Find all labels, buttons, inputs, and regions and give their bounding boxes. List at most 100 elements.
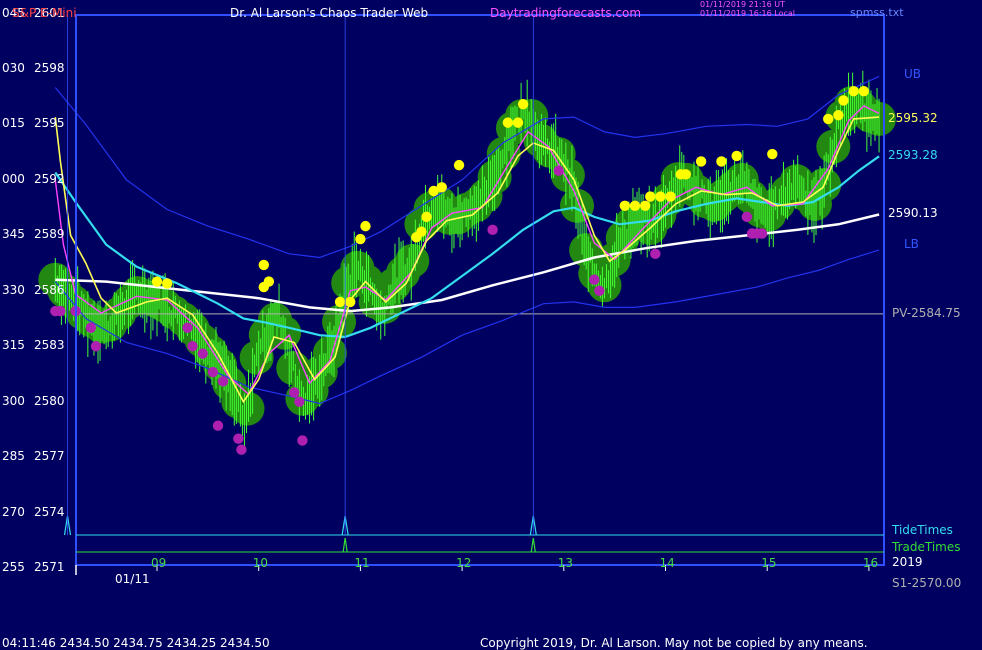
magenta-dot	[212, 420, 224, 431]
y-tick-label-deg: 285	[2, 449, 25, 464]
magenta-dot	[217, 376, 229, 387]
last-quote: 04:11:46 2434.50 2434.75 2434.25 2434.50	[2, 636, 270, 650]
y-tick-label-price: 2598	[34, 61, 65, 76]
x-tick-label: 13	[557, 556, 574, 570]
trade-spike	[342, 537, 348, 553]
chart-source: Dr. Al Larson's Chaos Trader Web	[230, 6, 429, 20]
magenta-dot	[487, 224, 498, 236]
copyright: Copyright 2019, Dr. Al Larson. May not b…	[480, 636, 868, 650]
yellow-dot	[680, 169, 692, 180]
magenta-dot	[85, 322, 97, 333]
magenta-dot	[55, 305, 66, 317]
magenta-dot	[294, 396, 305, 407]
halo-blob	[395, 243, 430, 278]
yellow-dot	[502, 117, 514, 128]
right-value-label: 2595.32	[888, 110, 938, 125]
yellow-dot	[161, 278, 173, 289]
magenta-dot	[756, 228, 768, 239]
y-tick-label-deg: 315	[2, 338, 25, 353]
y-tick-label-price: 2577	[34, 449, 65, 464]
timestamp-ut: 01/11/2019 21:16 UT	[700, 0, 785, 9]
yellow-dot	[258, 259, 269, 271]
yellow-dot	[263, 276, 275, 287]
magenta-dot	[289, 387, 300, 398]
magenta-dot	[187, 341, 198, 352]
yellow-dot	[421, 211, 432, 223]
series-fast-ma	[54, 116, 880, 404]
y-tick-label-deg: 300	[2, 393, 25, 408]
right-value-label: 2590.13	[888, 206, 938, 221]
yellow-dot	[334, 296, 346, 308]
magenta-dot	[207, 366, 219, 378]
yellow-dot	[665, 191, 676, 202]
yellow-dot	[639, 200, 651, 211]
yellow-dot	[838, 95, 849, 106]
y-tick-label-deg: 015	[2, 116, 25, 131]
yellow-dot	[512, 117, 524, 128]
yellow-dot	[151, 276, 163, 287]
yellow-dot	[833, 110, 844, 121]
yellow-dot	[716, 156, 727, 167]
yellow-dot	[619, 200, 631, 211]
magenta-dot	[233, 433, 244, 444]
y-tick-label-deg: 270	[2, 504, 25, 519]
yellow-dot	[655, 191, 666, 202]
magenta-dot	[236, 444, 247, 455]
date-label: 01/11	[115, 572, 150, 586]
right-value-label: UB	[904, 66, 922, 81]
magenta-dot	[650, 248, 661, 260]
yellow-dot	[629, 200, 641, 211]
x-tick-label: 12	[456, 556, 472, 570]
magenta-dot	[589, 274, 600, 285]
x-tick-label: 10	[252, 556, 268, 570]
site-link[interactable]: Daytradingforecasts.com	[490, 6, 641, 20]
timestamp-local: 01/11/2019 16:16 Local	[700, 9, 795, 18]
yellow-dot	[360, 220, 371, 232]
dots-layer	[50, 86, 870, 455]
right-value-label: LB	[904, 236, 919, 251]
magenta-dot	[182, 322, 193, 333]
chaos-chart	[38, 14, 897, 575]
x-tick-label: 11	[354, 556, 370, 570]
y-tick-label-price: 2583	[34, 338, 65, 353]
y-tick-label-price: 2586	[34, 282, 65, 297]
magenta-dot	[741, 211, 753, 223]
price-bars-layer	[54, 70, 880, 449]
lines-layer	[54, 75, 884, 405]
series-pink-ma	[54, 105, 880, 396]
yellow-dot	[416, 226, 427, 237]
y-tick-label-price: 2571	[34, 560, 65, 574]
y-tick-label-deg: 345	[2, 227, 25, 242]
magenta-dot	[594, 285, 605, 296]
halo-layer	[38, 86, 897, 426]
y-tick-label-deg: 255	[2, 560, 25, 574]
plot-frame	[63, 14, 885, 575]
yellow-dot	[345, 296, 356, 308]
magenta-dot	[197, 348, 208, 359]
trade-times-label: TradeTimes	[892, 540, 961, 554]
yellow-dot	[731, 150, 742, 162]
y-tick-label-deg: 330	[2, 282, 25, 297]
trade-spike	[530, 537, 536, 553]
yellow-dot	[645, 191, 656, 202]
y-tick-label-price: 2595	[34, 116, 65, 131]
chart-title: S&P E-Mini	[12, 6, 77, 20]
y-tick-label-deg: 000	[2, 171, 25, 186]
yellow-dot	[858, 86, 870, 97]
y-tick-label-price: 2580	[34, 393, 65, 408]
pivot-label: PV-2584.75	[892, 306, 961, 320]
yellow-dot	[823, 113, 834, 125]
yellow-dot	[453, 159, 465, 171]
magenta-dot	[90, 341, 102, 352]
yellow-dot	[517, 98, 529, 110]
halo-blob	[560, 188, 595, 223]
yellow-dot	[767, 148, 778, 160]
x-tick-label: 15	[761, 556, 777, 570]
magenta-dot	[297, 435, 308, 446]
yellow-dot	[436, 182, 447, 193]
y-tick-label-price: 2592	[34, 171, 65, 186]
yellow-dot	[695, 156, 707, 167]
x-tick-label: 09	[151, 556, 167, 570]
y-tick-label-price: 2574	[34, 504, 65, 519]
magenta-dot	[553, 165, 564, 176]
